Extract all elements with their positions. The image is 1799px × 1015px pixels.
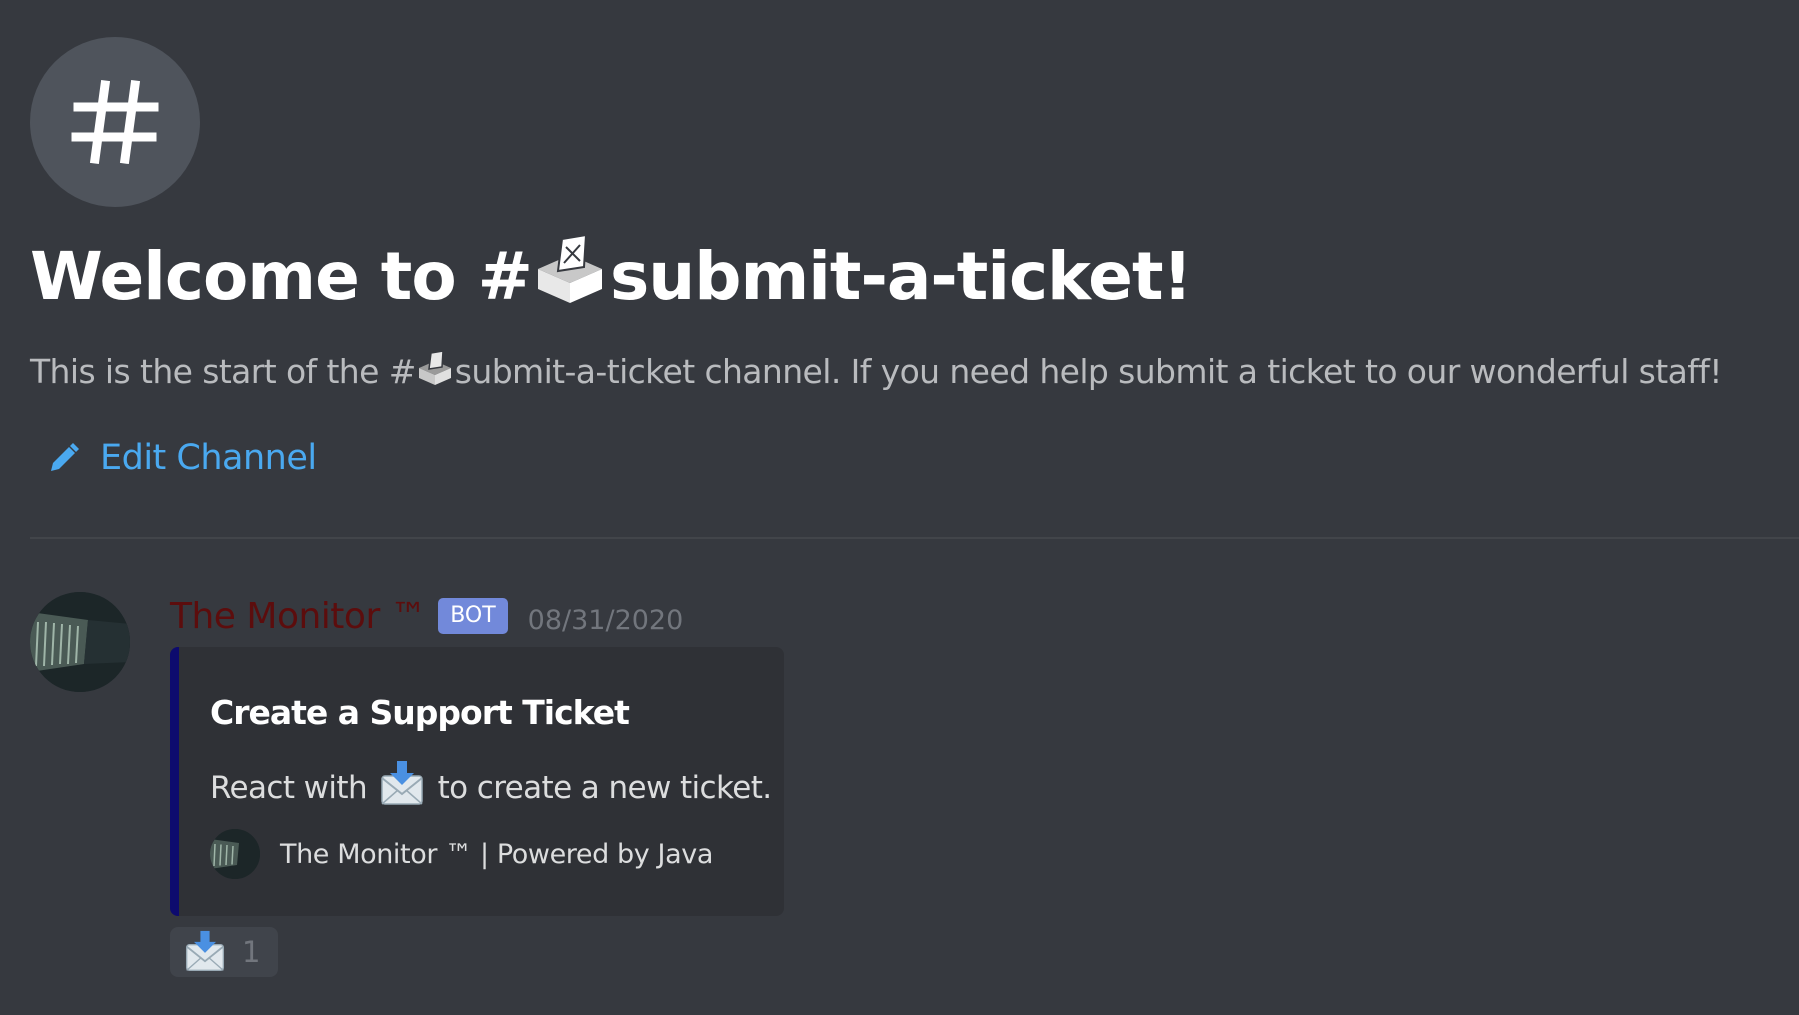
message-timestamp: 08/31/2020 (527, 604, 684, 636)
hash-icon (71, 79, 159, 165)
message-header: The Monitor ™ BOT 08/31/2020 (170, 592, 683, 640)
envelope-with-arrow-icon (381, 761, 424, 805)
reaction-count: 1 (242, 935, 261, 969)
embed-footer: The Monitor ™ | Powered by Java (210, 828, 713, 880)
message-embed: Create a Support Ticket React with to cr… (170, 647, 784, 916)
embed-accent-bar (170, 647, 179, 916)
envelope-with-arrow-icon (185, 930, 225, 972)
channel-hash-avatar (30, 37, 200, 207)
reaction-button[interactable]: 1 (170, 927, 278, 977)
embed-description: React with to create a new ticket. (210, 760, 772, 810)
channel-desc-prefix: This is the start of the # (30, 352, 416, 391)
avatar-image (30, 592, 130, 692)
welcome-prefix: Welcome to # (30, 238, 533, 315)
pencil-icon (51, 443, 79, 471)
bot-tag: BOT (438, 598, 508, 634)
channel-description: This is the start of the # submit-a-tick… (30, 350, 1722, 394)
channel-welcome-view: Welcome to # submit-a-ticket! This is th… (0, 0, 1799, 1015)
edit-channel-label: Edit Channel (100, 438, 317, 478)
ballot-box-icon (537, 233, 602, 303)
divider (30, 537, 1799, 539)
ballot-box-icon (418, 350, 451, 385)
embed-desc-suffix: to create a new ticket. (437, 770, 773, 806)
embed-footer-text: The Monitor ™ | Powered by Java (280, 838, 713, 870)
embed-title: Create a Support Ticket (210, 693, 630, 732)
welcome-channel-name: submit-a-ticket! (609, 238, 1193, 315)
channel-desc-suffix: submit-a-ticket channel. If you need hel… (454, 352, 1723, 391)
embed-footer-icon (210, 829, 260, 879)
edit-channel-button[interactable]: Edit Channel (48, 434, 317, 482)
avatar[interactable] (30, 592, 130, 692)
embed-desc-prefix: React with (210, 770, 368, 806)
welcome-heading: Welcome to # submit-a-ticket! (30, 232, 1193, 322)
message-author[interactable]: The Monitor ™ (170, 596, 427, 637)
